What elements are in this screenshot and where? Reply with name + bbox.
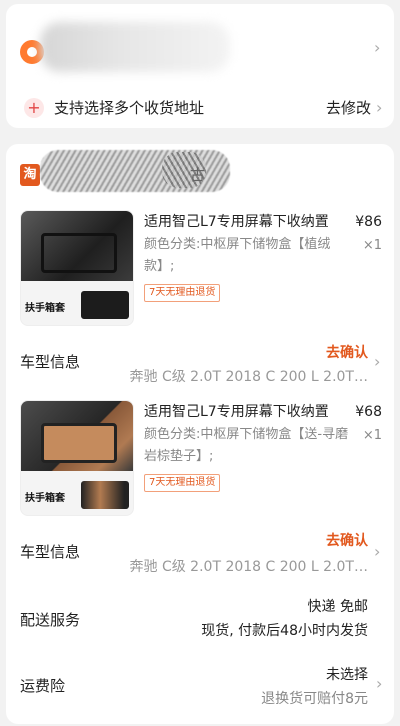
car-model-text[interactable]: 奔驰 C级 2.0T 2018 C 200 L 2.0T… bbox=[108, 556, 369, 576]
thumbnail-label: 扶手箱套 bbox=[25, 303, 65, 314]
thumbnail-label: 扶手箱套 bbox=[25, 493, 65, 504]
chevron-right-icon[interactable]: › bbox=[374, 354, 380, 370]
product-price: ¥86 bbox=[355, 214, 382, 230]
edit-address-link[interactable]: 去修改 bbox=[326, 98, 371, 118]
address-blurred bbox=[40, 22, 230, 72]
shop-name-char: 古 bbox=[190, 166, 206, 184]
shipping-insurance-label: 运费险 bbox=[20, 677, 66, 695]
product-thumbnail[interactable]: 扶手箱套 bbox=[20, 210, 134, 326]
product-quantity: ×1 bbox=[362, 428, 382, 443]
shipping-insurance-note: 退换货可赔付8元 bbox=[261, 691, 368, 707]
order-card: 淘 古 扶手箱套 适用智己L7专用屏幕下收纳置 ¥86 颜色分类:中枢屏下储物盒… bbox=[6, 144, 394, 724]
return-policy-tag: 7天无理由退货 bbox=[144, 474, 221, 492]
chevron-right-icon[interactable]: › bbox=[374, 544, 380, 560]
product-spec[interactable]: 颜色分类:中枢屏下储物盒【植绒款】; bbox=[144, 234, 354, 278]
product-title[interactable]: 适用智己L7专用屏幕下收纳置 bbox=[144, 402, 354, 422]
car-confirm-link[interactable]: 去确认 bbox=[326, 530, 368, 550]
delivery-label: 配送服务 bbox=[20, 611, 81, 629]
multi-address-text[interactable]: 支持选择多个收货地址 bbox=[54, 98, 204, 118]
product-spec[interactable]: 颜色分类:中枢屏下储物盒【送-寻磨岩棕垫子】; bbox=[144, 424, 354, 468]
shop-logo: 淘 bbox=[20, 164, 40, 186]
chevron-right-icon[interactable]: › bbox=[374, 40, 380, 56]
product-title[interactable]: 适用智己L7专用屏幕下收纳置 bbox=[144, 212, 354, 232]
product-thumbnail[interactable]: 扶手箱套 bbox=[20, 400, 134, 516]
car-info-label: 车型信息 bbox=[20, 543, 81, 561]
product-quantity: ×1 bbox=[362, 238, 382, 253]
return-policy-tag: 7天无理由退货 bbox=[144, 284, 221, 302]
chevron-right-icon[interactable]: › bbox=[376, 676, 382, 692]
product-price: ¥68 bbox=[355, 404, 382, 420]
delivery-method[interactable]: 快递 免邮 bbox=[308, 596, 368, 616]
car-model-text[interactable]: 奔驰 C级 2.0T 2018 C 200 L 2.0T… bbox=[108, 366, 369, 386]
car-confirm-link[interactable]: 去确认 bbox=[326, 342, 368, 362]
shipping-insurance-status[interactable]: 未选择 bbox=[326, 664, 368, 684]
delivery-time: 现货, 付款后48小时内发货 bbox=[201, 623, 368, 639]
car-info-label: 车型信息 bbox=[20, 353, 81, 371]
address-card[interactable]: › + 支持选择多个收货地址 去修改 › bbox=[6, 4, 394, 128]
chevron-right-icon[interactable]: › bbox=[376, 100, 382, 116]
plus-icon[interactable]: + bbox=[24, 98, 44, 118]
